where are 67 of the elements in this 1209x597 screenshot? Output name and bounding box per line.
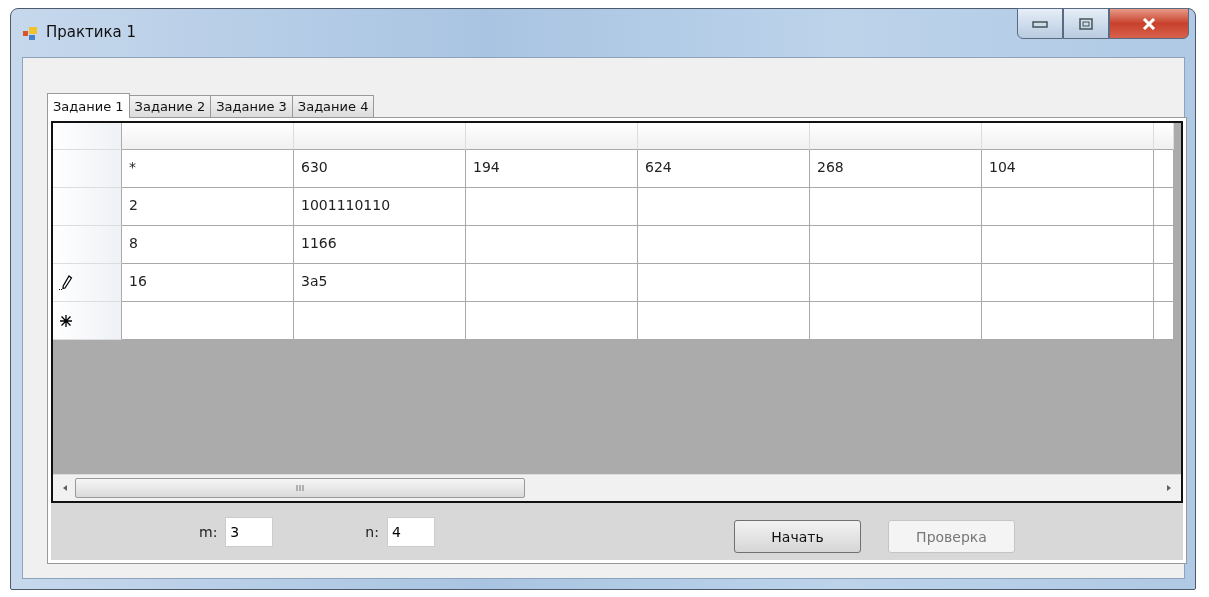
table-cell[interactable]: [294, 302, 466, 340]
column-header[interactable]: [638, 123, 810, 150]
minimize-button[interactable]: [1017, 8, 1063, 39]
table-cell[interactable]: [638, 188, 810, 226]
tab[interactable]: Задание 4: [291, 95, 375, 117]
table-cell[interactable]: 268: [810, 150, 982, 188]
scrollbar-thumb[interactable]: [75, 478, 525, 498]
table-cell[interactable]: [1154, 150, 1174, 188]
table-cell[interactable]: [1154, 302, 1174, 340]
scroll-left-icon[interactable]: [61, 484, 69, 492]
maximize-button[interactable]: [1063, 8, 1109, 39]
table-cell[interactable]: [1154, 264, 1174, 302]
table-cell[interactable]: 104: [982, 150, 1154, 188]
table-cell[interactable]: [810, 264, 982, 302]
column-header[interactable]: [122, 123, 294, 150]
column-header[interactable]: [1154, 123, 1174, 150]
number-field[interactable]: 4: [386, 516, 435, 547]
table-cell[interactable]: [638, 264, 810, 302]
table-cell[interactable]: [810, 188, 982, 226]
table-cell[interactable]: [810, 302, 982, 340]
number-field[interactable]: 3: [225, 516, 274, 547]
table-cell[interactable]: 1166: [294, 226, 466, 264]
horizontal-scrollbar[interactable]: [53, 474, 1181, 501]
pencil-icon: [59, 274, 73, 291]
table-cell[interactable]: [122, 302, 294, 340]
column-header[interactable]: [466, 123, 638, 150]
field-label: m:: [199, 523, 218, 540]
table-cell[interactable]: 16: [122, 264, 294, 302]
table-cell[interactable]: [1154, 188, 1174, 226]
table-cell[interactable]: 1001110110: [294, 188, 466, 226]
grip-icon: [295, 484, 305, 492]
maximize-icon: [1079, 17, 1093, 30]
tab[interactable]: Задание 3: [210, 95, 293, 117]
table-cell[interactable]: [982, 188, 1154, 226]
minimize-icon: [1032, 19, 1048, 28]
table-cell[interactable]: 3a5: [294, 264, 466, 302]
table-cell[interactable]: 8: [122, 226, 294, 264]
asterisk-icon: [59, 313, 73, 328]
table-cell[interactable]: *: [122, 150, 294, 188]
scroll-right-icon[interactable]: [1165, 484, 1173, 492]
table-cell[interactable]: [810, 226, 982, 264]
tab[interactable]: Задание 2: [128, 95, 212, 117]
tab[interactable]: Задание 1: [47, 93, 130, 118]
table-cell[interactable]: 194: [466, 150, 638, 188]
table-cell[interactable]: [982, 302, 1154, 340]
table-cell[interactable]: [982, 226, 1154, 264]
field-label: n:: [365, 523, 379, 540]
close-button[interactable]: [1109, 8, 1189, 39]
table-cell[interactable]: [638, 226, 810, 264]
table-cell[interactable]: [466, 264, 638, 302]
column-header[interactable]: [294, 123, 466, 150]
window-title: Практика 1: [46, 23, 137, 41]
table-cell[interactable]: [466, 302, 638, 340]
table-cell[interactable]: [638, 302, 810, 340]
table-cell[interactable]: 2: [122, 188, 294, 226]
close-icon: [1142, 17, 1156, 30]
column-header[interactable]: [810, 123, 982, 150]
table-cell[interactable]: 624: [638, 150, 810, 188]
column-header[interactable]: [982, 123, 1154, 150]
table-cell[interactable]: 630: [294, 150, 466, 188]
table-cell[interactable]: [1154, 226, 1174, 264]
action-button[interactable]: Начать: [734, 520, 861, 553]
app-icon: [22, 25, 38, 41]
table-cell[interactable]: [982, 264, 1154, 302]
table-cell[interactable]: [466, 226, 638, 264]
table-cell[interactable]: [466, 188, 638, 226]
row-header[interactable]: [53, 302, 122, 340]
